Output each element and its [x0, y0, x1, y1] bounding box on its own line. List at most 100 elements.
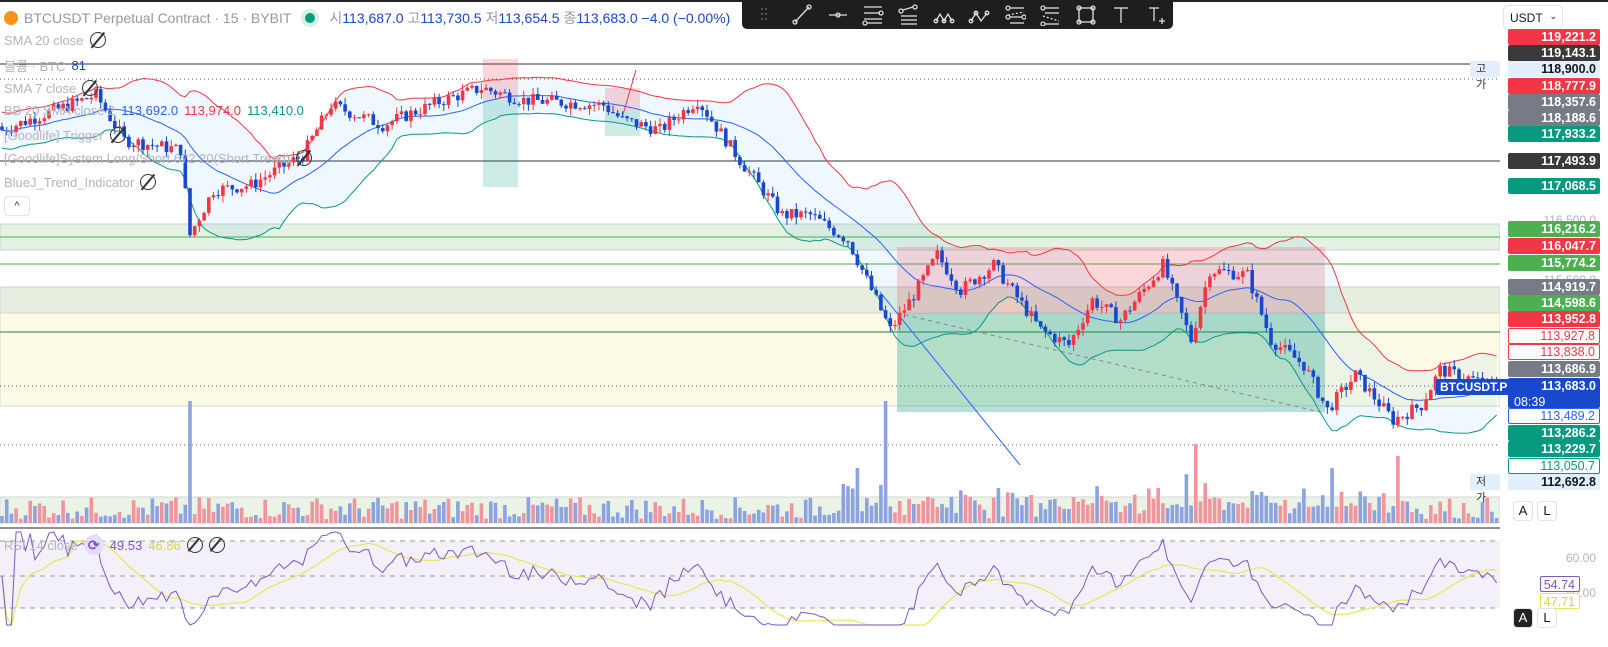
- candle-body: [1194, 327, 1198, 343]
- candle-body: [1429, 390, 1433, 400]
- indicator-sma20[interactable]: SMA 20 close: [4, 32, 106, 48]
- volume-bar: [578, 497, 582, 523]
- candle-body: [1085, 310, 1090, 324]
- candle-body: [1123, 310, 1128, 321]
- indicator-bb[interactable]: BB 20 SMA close 2 113,692.0 113,974.0 113,4…: [4, 103, 304, 118]
- collapse-legend-button[interactable]: ^: [4, 196, 30, 216]
- indicator-volume[interactable]: 볼륨 · BTC 81: [4, 56, 86, 75]
- volume-bar: [780, 516, 784, 523]
- volume-bar: [677, 511, 681, 523]
- volume-bar: [606, 501, 611, 523]
- candle-body: [1151, 280, 1156, 287]
- candle-body: [1367, 388, 1372, 392]
- candle-body: [207, 197, 211, 213]
- volume-bar: [380, 505, 385, 523]
- hidden-eye-icon[interactable]: [109, 127, 126, 143]
- candle-body: [719, 128, 723, 132]
- candle-body: [188, 188, 192, 236]
- volume-bar: [841, 484, 846, 523]
- candle-body: [916, 280, 921, 301]
- volume-bar: [479, 503, 484, 523]
- volume-bar: [818, 506, 822, 523]
- volume-bar: [362, 516, 366, 523]
- rsi-log-scale-button[interactable]: L: [1537, 608, 1557, 628]
- candle-body: [1208, 276, 1212, 288]
- log-scale-button[interactable]: L: [1537, 501, 1557, 521]
- volume-bar: [1053, 498, 1057, 523]
- abcd-pattern-tool-button[interactable]: [963, 2, 996, 28]
- volume-bar: [1367, 502, 1372, 523]
- volume-bar: [66, 512, 70, 523]
- fib-retracement-tool-button[interactable]: [892, 2, 925, 28]
- price-label: 113,927.8: [1508, 328, 1600, 344]
- candle-body: [1132, 301, 1137, 311]
- price-chart[interactable]: [0, 0, 1500, 647]
- volume-bar: [973, 500, 977, 523]
- hidden-eye-icon[interactable]: [296, 150, 313, 166]
- candle-body: [1349, 381, 1353, 390]
- text-anchored-tool-button[interactable]: [1140, 2, 1173, 28]
- volume-bar: [1452, 517, 1457, 523]
- volume-bar: [108, 516, 112, 523]
- volume-bar: [982, 509, 987, 523]
- candle-body: [1114, 307, 1118, 324]
- horizontal-ray-tool-button[interactable]: [821, 2, 854, 28]
- volume-bar: [366, 508, 371, 523]
- drag-handle-tool-button[interactable]: [750, 2, 783, 28]
- high-key: 고: [407, 10, 421, 26]
- auto-scale-button[interactable]: A: [1513, 501, 1533, 521]
- candle-body: [564, 105, 568, 109]
- fib-channel-tool-button[interactable]: [998, 2, 1031, 28]
- volume-bar: [51, 513, 56, 523]
- volume-bar: [155, 506, 159, 523]
- candle-body: [672, 117, 676, 120]
- xabcd-pattern-tool-button[interactable]: [927, 2, 960, 28]
- trend-line-icon: [792, 3, 812, 25]
- indicator-bluej[interactable]: BlueJ_Trend_Indicator: [4, 174, 157, 190]
- price-label: 113,952.8: [1508, 311, 1600, 327]
- hidden-eye-icon[interactable]: [140, 174, 157, 190]
- volume-bar: [1283, 499, 1287, 523]
- candle-body: [357, 117, 361, 119]
- volume-bar: [94, 512, 98, 523]
- hidden-eye-icon[interactable]: [82, 80, 99, 96]
- candle-body: [84, 98, 89, 100]
- volume-bar: [728, 518, 733, 523]
- volume-bar: [1189, 505, 1193, 523]
- volume-bar: [869, 505, 874, 523]
- volume-bar: [211, 511, 216, 523]
- candle-body: [1316, 376, 1320, 398]
- rsi-auto-scale-button[interactable]: A: [1513, 608, 1533, 628]
- candle-body: [615, 113, 620, 117]
- text-tool-button[interactable]: [1104, 2, 1137, 28]
- volume-bar: [902, 514, 907, 523]
- indicator-sma7[interactable]: SMA 7 close: [4, 80, 99, 96]
- rectangle-tool-button[interactable]: [1069, 2, 1102, 28]
- candle-body: [1057, 337, 1062, 343]
- indicator-trigger[interactable]: [Goodlife] Trigger: [4, 127, 126, 143]
- volume-bar: [1292, 508, 1297, 523]
- candle-body: [474, 85, 479, 93]
- volume-bar: [42, 506, 47, 523]
- volume-bar: [1433, 513, 1438, 523]
- regression-trend-tool-button[interactable]: [1033, 2, 1066, 28]
- volume-bar: [756, 509, 761, 523]
- candle-body: [1250, 269, 1254, 294]
- rsi-legend[interactable]: RSI 14 close ⟳ 49.53 46.86: [4, 535, 225, 555]
- currency-select[interactable]: USDT ⌄: [1503, 5, 1563, 30]
- refresh-icon[interactable]: ⟳: [83, 535, 104, 555]
- parallel-channel-tool-button[interactable]: [856, 2, 889, 28]
- candle-body: [1020, 297, 1024, 301]
- indicator-long-short[interactable]: [Goodlife]System Long/Short 672 20(Short…: [4, 150, 313, 166]
- volume-bar: [1288, 513, 1292, 523]
- hidden-eye-icon[interactable]: [89, 32, 106, 48]
- candle-body: [968, 279, 972, 282]
- volume-bar: [709, 510, 714, 523]
- symbol-title[interactable]: BTCUSDT Perpetual Contract · 15 · BYBIT: [24, 10, 291, 26]
- candle-body: [592, 104, 596, 106]
- candle-body: [127, 136, 131, 148]
- candle-body: [681, 110, 686, 120]
- trend-line-tool-button[interactable]: [785, 2, 818, 28]
- volume-bar: [23, 515, 28, 523]
- candle-body: [1029, 311, 1034, 316]
